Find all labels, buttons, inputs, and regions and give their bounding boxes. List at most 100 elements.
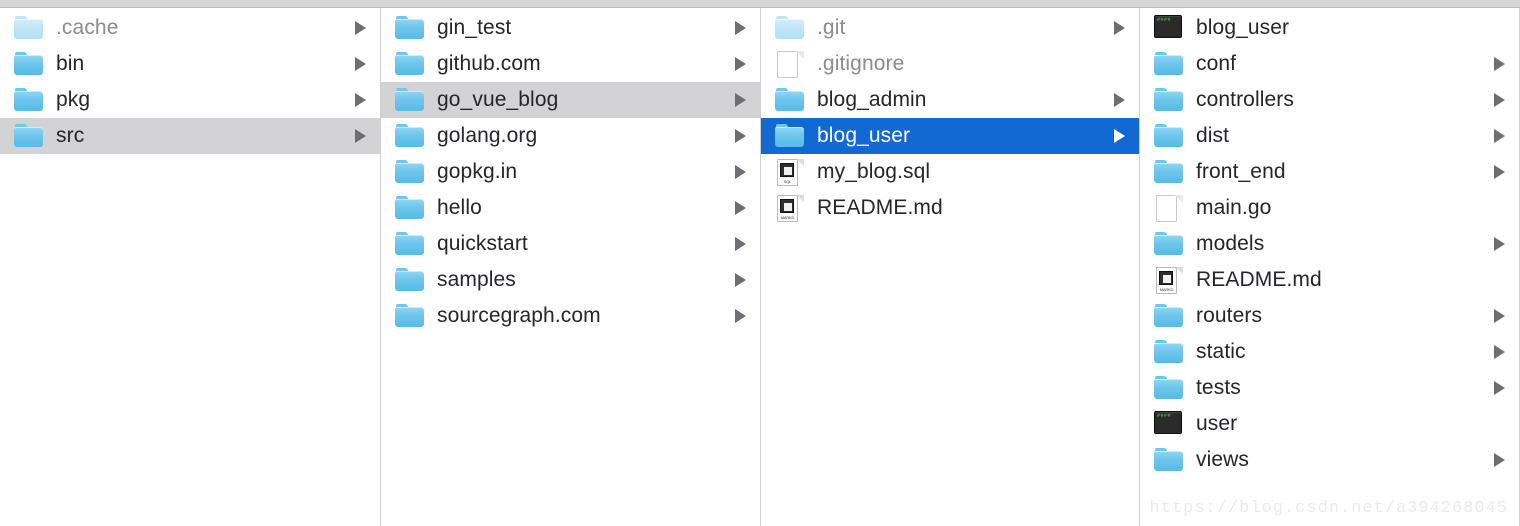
file-name-label: go_vue_blog bbox=[437, 88, 559, 111]
file-name-label: views bbox=[1196, 448, 1250, 471]
disclosure-arrow-icon[interactable] bbox=[1494, 381, 1505, 395]
file-row[interactable]: controllers bbox=[1140, 82, 1519, 118]
file-row[interactable]: #### user bbox=[1140, 406, 1519, 442]
disclosure-arrow-icon[interactable] bbox=[355, 93, 366, 107]
file-name-label: main.go bbox=[1196, 196, 1272, 219]
file-row[interactable]: samples bbox=[381, 262, 760, 298]
file-row[interactable]: SQL my_blog.sql bbox=[761, 154, 1139, 190]
folder-icon bbox=[395, 267, 425, 293]
folder-icon bbox=[1154, 87, 1184, 113]
folder-icon bbox=[1154, 339, 1184, 365]
file-name-label: README.md bbox=[1196, 268, 1322, 291]
disclosure-arrow-icon[interactable] bbox=[1494, 93, 1505, 107]
disclosure-arrow-icon[interactable] bbox=[735, 309, 746, 323]
file-row[interactable]: quickstart bbox=[381, 226, 760, 262]
file-row[interactable]: gopkg.in bbox=[381, 154, 760, 190]
file-name-label: quickstart bbox=[437, 232, 528, 255]
folder-icon bbox=[395, 51, 425, 77]
disclosure-arrow-icon[interactable] bbox=[1114, 93, 1125, 107]
folder-icon bbox=[775, 123, 805, 149]
file-name-label: blog_user bbox=[817, 124, 911, 147]
folder-icon bbox=[1154, 51, 1184, 77]
file-row[interactable]: conf bbox=[1140, 46, 1519, 82]
file-name-label: samples bbox=[437, 268, 516, 291]
file-row[interactable]: MARKD README.md bbox=[761, 190, 1139, 226]
folder-icon bbox=[1154, 123, 1184, 149]
file-row[interactable]: sourcegraph.com bbox=[381, 298, 760, 334]
finder-column-1[interactable]: .cache bin pkg src bbox=[0, 0, 381, 526]
unix-executable-icon: #### bbox=[1154, 411, 1184, 437]
finder-column-4[interactable]: #### blog_userconf controllers dist front_en… bbox=[1140, 0, 1520, 526]
folder-icon bbox=[395, 87, 425, 113]
disclosure-arrow-icon[interactable] bbox=[1494, 309, 1505, 323]
disclosure-arrow-icon[interactable] bbox=[1494, 453, 1505, 467]
disclosure-arrow-icon[interactable] bbox=[735, 273, 746, 287]
folder-icon bbox=[1154, 231, 1184, 257]
file-row[interactable]: dist bbox=[1140, 118, 1519, 154]
disclosure-arrow-icon[interactable] bbox=[735, 165, 746, 179]
file-kind-badge: MARKD bbox=[780, 215, 795, 220]
file-name-label: .cache bbox=[56, 16, 119, 39]
terminal-prompt-glyph: #### bbox=[1157, 413, 1172, 419]
disclosure-arrow-icon[interactable] bbox=[735, 93, 746, 107]
file-row[interactable]: pkg bbox=[0, 82, 380, 118]
disclosure-arrow-icon[interactable] bbox=[1494, 129, 1505, 143]
folder-icon bbox=[395, 15, 425, 41]
file-row[interactable]: hello bbox=[381, 190, 760, 226]
disclosure-arrow-icon[interactable] bbox=[735, 237, 746, 251]
document-icon bbox=[775, 51, 805, 78]
watermark-text: https://blog.csdn.net/a394268045 bbox=[1149, 499, 1508, 518]
disclosure-arrow-icon[interactable] bbox=[735, 57, 746, 71]
file-row[interactable]: blog_admin bbox=[761, 82, 1139, 118]
folder-icon bbox=[395, 231, 425, 257]
folder-icon bbox=[395, 159, 425, 185]
file-name-label: dist bbox=[1196, 124, 1230, 147]
file-name-label: README.md bbox=[817, 196, 943, 219]
file-row[interactable]: models bbox=[1140, 226, 1519, 262]
window-top-strip-separator bbox=[0, 7, 1520, 8]
file-row[interactable]: .cache bbox=[0, 10, 380, 46]
file-row[interactable]: bin bbox=[0, 46, 380, 82]
file-name-label: blog_admin bbox=[817, 88, 927, 111]
file-row[interactable]: #### blog_user bbox=[1140, 10, 1519, 46]
disclosure-arrow-icon[interactable] bbox=[735, 129, 746, 143]
file-name-label: static bbox=[1196, 340, 1246, 363]
file-row[interactable]: static bbox=[1140, 334, 1519, 370]
file-row[interactable]: views bbox=[1140, 442, 1519, 478]
folder-icon-dim bbox=[775, 15, 805, 41]
finder-column-2[interactable]: gin_test github.com go_vue_blog golang.org g… bbox=[381, 0, 761, 526]
file-row[interactable]: routers bbox=[1140, 298, 1519, 334]
file-row[interactable]: gin_test bbox=[381, 10, 760, 46]
unix-executable-icon: #### bbox=[1154, 15, 1184, 41]
file-row[interactable]: .gitignore bbox=[761, 46, 1139, 82]
disclosure-arrow-icon[interactable] bbox=[1494, 165, 1505, 179]
disclosure-arrow-icon[interactable] bbox=[355, 57, 366, 71]
disclosure-arrow-icon[interactable] bbox=[355, 129, 366, 143]
file-row[interactable]: front_end bbox=[1140, 154, 1519, 190]
file-name-label: blog_user bbox=[1196, 16, 1290, 39]
file-row[interactable]: .git bbox=[761, 10, 1139, 46]
disclosure-arrow-icon[interactable] bbox=[1114, 21, 1125, 35]
file-row[interactable]: golang.org bbox=[381, 118, 760, 154]
file-name-label: hello bbox=[437, 196, 482, 219]
file-row[interactable]: src bbox=[0, 118, 380, 154]
file-name-label: pkg bbox=[56, 88, 91, 111]
disclosure-arrow-icon[interactable] bbox=[735, 21, 746, 35]
file-row[interactable]: tests bbox=[1140, 370, 1519, 406]
file-row[interactable]: github.com bbox=[381, 46, 760, 82]
finder-column-3[interactable]: .git .gitignore blog_admin blog_user SQL my_b… bbox=[761, 0, 1140, 526]
folder-icon bbox=[775, 87, 805, 113]
file-name-label: routers bbox=[1196, 304, 1263, 327]
file-kind-badge: SQL bbox=[783, 179, 792, 184]
file-row[interactable]: MARKD README.md bbox=[1140, 262, 1519, 298]
disclosure-arrow-icon[interactable] bbox=[735, 201, 746, 215]
folder-icon bbox=[14, 87, 44, 113]
disclosure-arrow-icon[interactable] bbox=[1114, 129, 1125, 143]
file-row[interactable]: blog_user bbox=[761, 118, 1139, 154]
disclosure-arrow-icon[interactable] bbox=[355, 21, 366, 35]
disclosure-arrow-icon[interactable] bbox=[1494, 345, 1505, 359]
file-row[interactable]: go_vue_blog bbox=[381, 82, 760, 118]
disclosure-arrow-icon[interactable] bbox=[1494, 237, 1505, 251]
disclosure-arrow-icon[interactable] bbox=[1494, 57, 1505, 71]
file-row[interactable]: main.go bbox=[1140, 190, 1519, 226]
